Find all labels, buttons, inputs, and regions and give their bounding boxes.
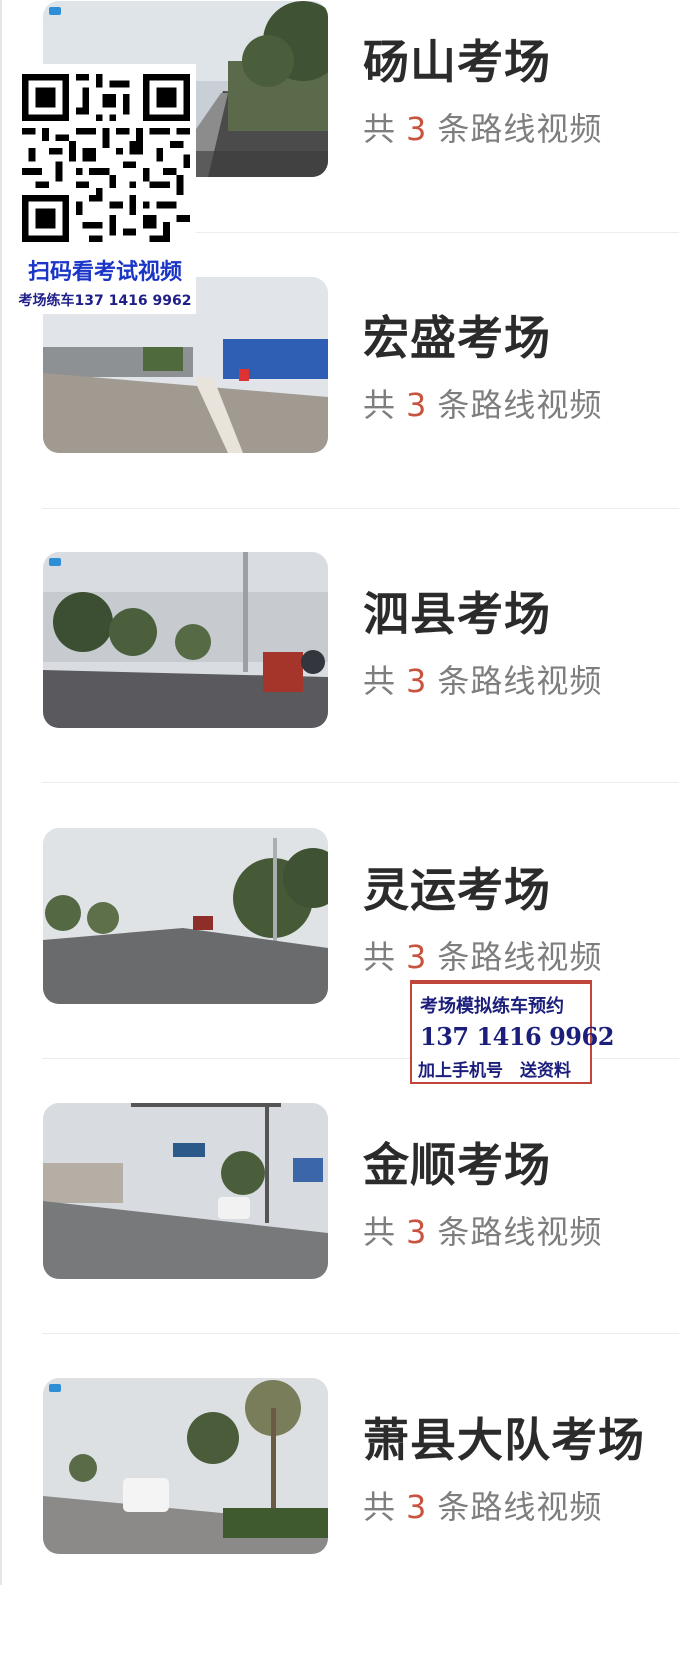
venue-thumbnail xyxy=(43,552,328,728)
route-count-suffix: 条路线视频 xyxy=(437,110,603,148)
venue-title: 宏盛考场 xyxy=(363,311,551,365)
venue-item-sixian[interactable]: 泗县考场 共 3 条路线视频 xyxy=(0,552,679,828)
venue-title: 砀山考场 xyxy=(363,35,551,89)
route-count-number: 3 xyxy=(406,386,428,424)
route-count-text: 共 3 条路线视频 xyxy=(363,104,602,150)
route-count-number: 3 xyxy=(406,662,428,700)
route-count-text: 共 3 条路线视频 xyxy=(363,656,602,702)
route-count-text: 共 3 条路线视频 xyxy=(363,932,602,978)
venue-item-xiaoxian[interactable]: 萧县大队考场 共 3 条路线视频 xyxy=(0,1378,679,1654)
route-count-prefix: 共 xyxy=(363,110,397,148)
venue-title: 灵运考场 xyxy=(363,863,551,917)
qr-code-overlay[interactable]: 扫码看考试视频 考场练车137 1416 9962 xyxy=(14,64,196,314)
qr-title: 扫码看考试视频 xyxy=(27,260,182,285)
route-count-number: 3 xyxy=(406,1488,428,1526)
route-count-number: 3 xyxy=(406,110,428,148)
venue-thumbnail xyxy=(43,1103,328,1279)
route-count-suffix: 条路线视频 xyxy=(437,938,603,976)
route-count-prefix: 共 xyxy=(363,386,397,424)
promo-line-3: 加上手机号 送资料 xyxy=(418,1061,571,1081)
venue-title: 泗县考场 xyxy=(363,587,551,641)
promo-line-1: 考场模拟练车预约 xyxy=(420,996,564,1017)
route-count-suffix: 条路线视频 xyxy=(437,1213,603,1251)
item-divider xyxy=(42,782,679,783)
route-count-suffix: 条路线视频 xyxy=(437,1488,603,1526)
route-count-prefix: 共 xyxy=(363,1213,397,1251)
qr-code-icon xyxy=(22,74,190,242)
road-photo xyxy=(43,552,328,728)
venue-title: 金顺考场 xyxy=(363,1138,551,1192)
promo-phone: 137 1416 9962 xyxy=(420,1022,614,1051)
route-count-number: 3 xyxy=(406,938,428,976)
venue-item-hongsheng[interactable]: 宏盛考场 共 3 条路线视频 xyxy=(0,276,679,552)
promo-banner[interactable]: 考场模拟练车预约 137 1416 9962 加上手机号 送资料 xyxy=(410,980,614,1084)
route-count-text: 共 3 条路线视频 xyxy=(363,1482,602,1528)
venue-thumbnail xyxy=(43,1378,328,1554)
item-divider xyxy=(42,1333,679,1334)
route-count-prefix: 共 xyxy=(363,938,397,976)
road-photo xyxy=(43,1103,328,1279)
road-photo xyxy=(43,828,328,1004)
route-count-number: 3 xyxy=(406,1213,428,1251)
item-divider xyxy=(42,508,679,509)
qr-phone: 考场练车137 1416 9962 xyxy=(18,293,192,309)
route-count-prefix: 共 xyxy=(363,1488,397,1526)
route-count-suffix: 条路线视频 xyxy=(437,662,603,700)
route-count-text: 共 3 条路线视频 xyxy=(363,380,602,426)
route-count-prefix: 共 xyxy=(363,662,397,700)
route-count-text: 共 3 条路线视频 xyxy=(363,1207,602,1253)
road-photo xyxy=(43,1378,328,1554)
route-count-suffix: 条路线视频 xyxy=(437,386,603,424)
venue-title: 萧县大队考场 xyxy=(363,1413,645,1467)
venue-item-jinshun[interactable]: 金顺考场 共 3 条路线视频 xyxy=(0,1103,679,1379)
venue-thumbnail xyxy=(43,828,328,1004)
